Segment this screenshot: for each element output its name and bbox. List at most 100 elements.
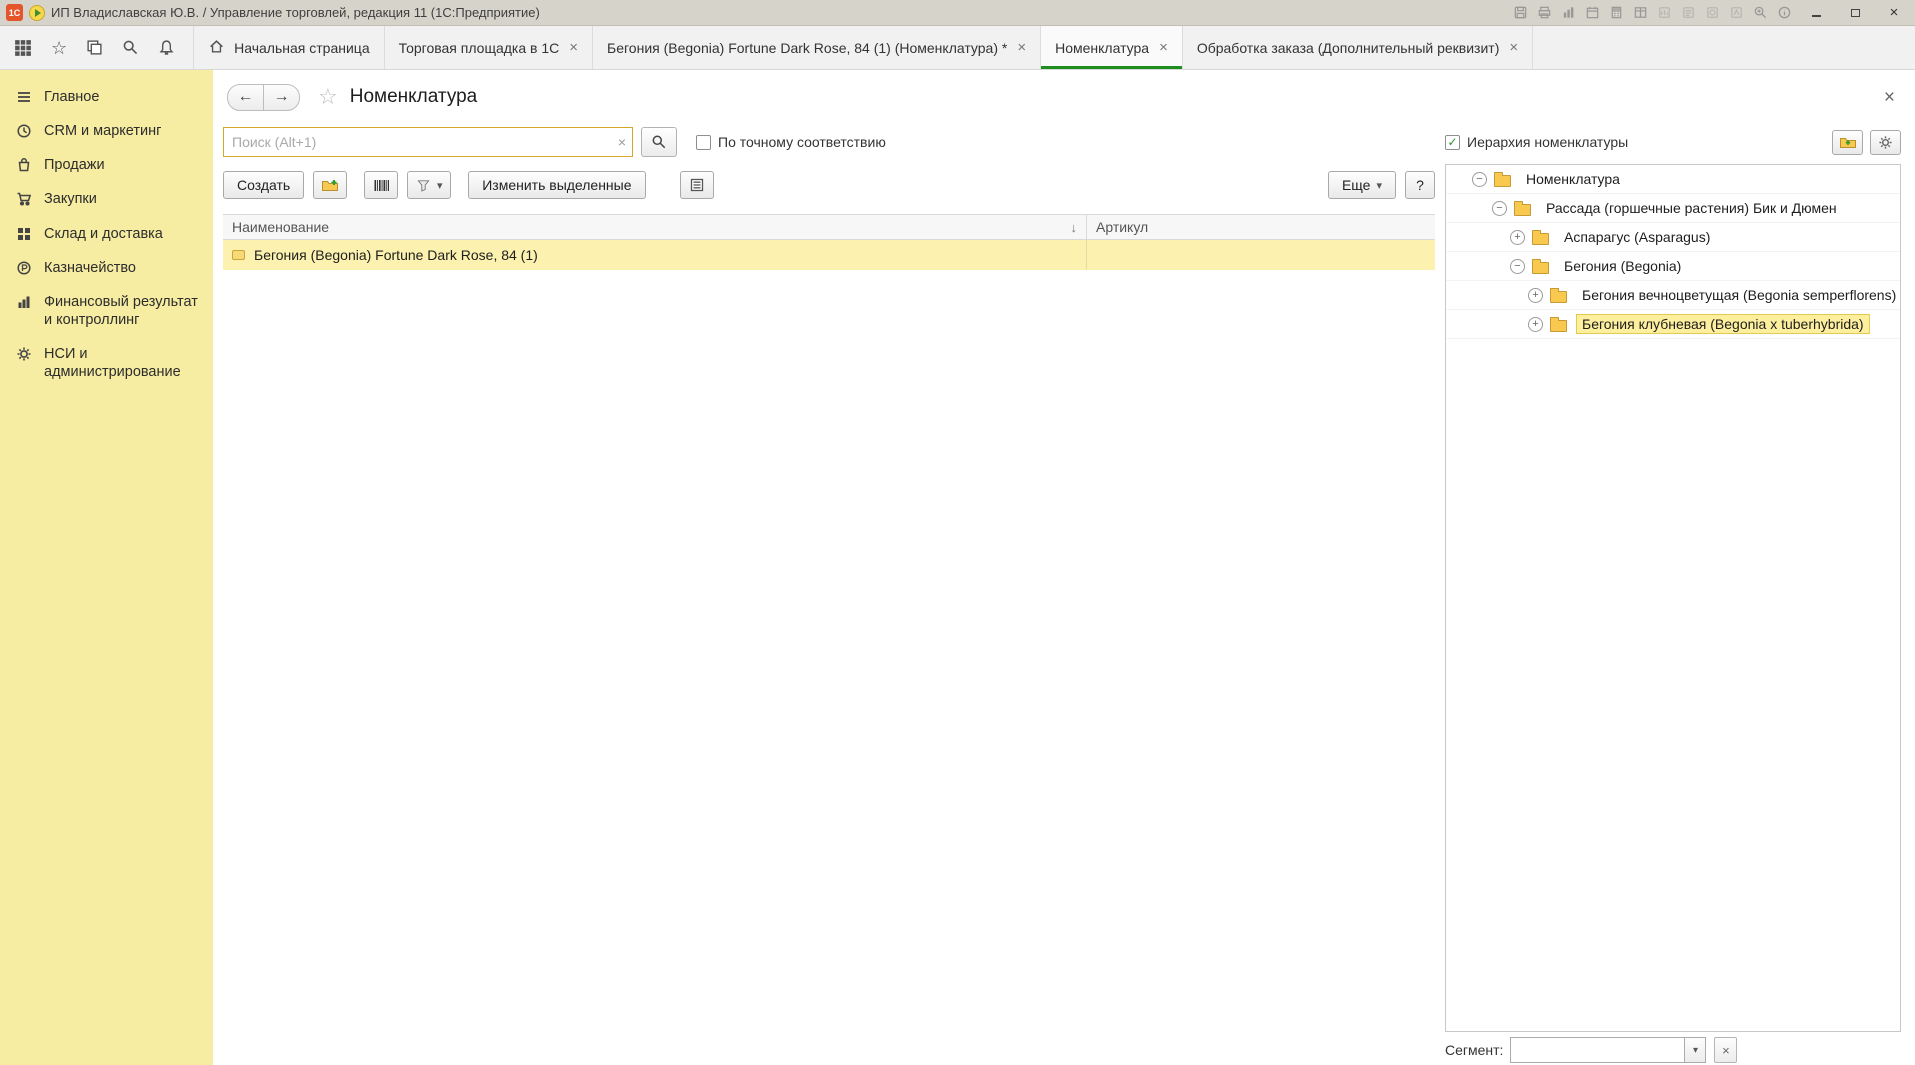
expand-icon[interactable]: + <box>1510 230 1525 245</box>
move-to-group-button[interactable] <box>1832 130 1863 155</box>
disabled-icon-1 <box>1657 5 1672 20</box>
tab-label: Номенклатура <box>1055 40 1149 56</box>
tree-node-begonia-tuberhybrida[interactable]: + Бегония клубневая (Begonia x tuberhybr… <box>1446 310 1900 339</box>
info-icon[interactable] <box>1777 5 1792 20</box>
create-group-button[interactable] <box>313 171 347 199</box>
more-button[interactable]: Еще▾ <box>1328 171 1396 199</box>
tree-node-label: Бегония клубневая (Begonia x tuberhybrid… <box>1576 314 1870 334</box>
expand-icon[interactable]: + <box>1528 317 1543 332</box>
tree-node-nomenklatura[interactable]: − Номенклатура <box>1446 165 1900 194</box>
search-button[interactable] <box>641 127 677 157</box>
create-button[interactable]: Создать <box>223 171 304 199</box>
window-close-button[interactable]: × <box>1879 3 1909 23</box>
print-icon[interactable] <box>1537 5 1552 20</box>
tree-node-label: Бегония (Begonia) <box>1558 256 1687 276</box>
sidebar-item-crm-marketing[interactable]: CRM и маркетинг <box>0 114 213 148</box>
tab-close-icon[interactable]: × <box>1509 40 1518 55</box>
segment-dropdown-button[interactable]: ▾ <box>1684 1038 1705 1062</box>
save-icon[interactable] <box>1513 5 1528 20</box>
tab-label: Начальная страница <box>234 40 369 56</box>
sidebar-item-label: CRM и маркетинг <box>44 122 161 140</box>
tab-marketplace[interactable]: Торговая площадка в 1С × <box>385 26 593 69</box>
hierarchy-checkbox[interactable]: ✓ Иерархия номенклатуры <box>1445 134 1628 150</box>
maximize-button[interactable] <box>1840 3 1870 23</box>
table-header: Наименование ↓ Артикул <box>223 214 1435 240</box>
disabled-icon-3 <box>1705 5 1720 20</box>
sidebar-item-main[interactable]: Главное <box>0 80 213 114</box>
edit-selected-button[interactable]: Изменить выделенные <box>468 171 645 199</box>
sidebar-item-sales[interactable]: Продажи <box>0 148 213 182</box>
help-button[interactable]: ? <box>1405 171 1435 199</box>
nomenclature-table: Наименование ↓ Артикул Бегония (Begonia)… <box>223 214 1435 870</box>
sections-menu-icon[interactable] <box>14 39 32 57</box>
tab-nomenclature[interactable]: Номенклатура × <box>1041 26 1183 69</box>
segment-input[interactable] <box>1511 1038 1684 1062</box>
folder-icon <box>1514 204 1531 216</box>
zoom-icon[interactable] <box>1753 5 1768 20</box>
favorites-star-icon[interactable]: ☆ <box>51 39 67 57</box>
favorite-star-icon[interactable]: ☆ <box>318 86 338 108</box>
warehouse-icon <box>15 226 33 242</box>
sidebar-item-label: НСИ и администрирование <box>44 345 205 381</box>
folder-icon <box>1494 175 1511 187</box>
sidebar-item-purchases[interactable]: Закупки <box>0 182 213 216</box>
finance-chart-icon <box>15 294 33 310</box>
sidebar-item-treasury[interactable]: Казначейство <box>0 251 213 285</box>
list-output-button[interactable] <box>680 171 714 199</box>
exact-match-checkbox[interactable]: По точному соответствию <box>696 134 886 150</box>
treasury-coin-icon <box>15 260 33 276</box>
sidebar-item-label: Продажи <box>44 156 105 174</box>
tree-node-asparagus[interactable]: + Аспарагус (Asparagus) <box>1446 223 1900 252</box>
expand-icon[interactable]: + <box>1528 288 1543 303</box>
folder-icon <box>1550 320 1567 332</box>
collapse-icon[interactable]: − <box>1472 172 1487 187</box>
sidebar-item-nsi-administration[interactable]: НСИ и администрирование <box>0 337 213 389</box>
tab-order-processing[interactable]: Обработка заказа (Дополнительный реквизи… <box>1183 26 1533 69</box>
hierarchy-tree: − Номенклатура − Рассада (горшечные раст… <box>1445 164 1901 1032</box>
crm-icon <box>15 123 33 139</box>
search-clear-icon[interactable]: × <box>618 135 626 149</box>
column-header-name[interactable]: Наименование ↓ <box>223 215 1087 239</box>
collapse-icon[interactable]: − <box>1492 201 1507 216</box>
panel-settings-gear-button[interactable] <box>1870 130 1901 155</box>
column-header-article[interactable]: Артикул <box>1087 215 1435 239</box>
segment-clear-button[interactable]: × <box>1714 1037 1737 1063</box>
tree-node-label: Номенклатура <box>1520 169 1626 189</box>
sidebar-item-financial-result[interactable]: Финансовый результат и контроллинг <box>0 285 213 337</box>
segment-combobox: ▾ <box>1510 1037 1706 1063</box>
tree-node-label: Бегония вечноцветущая (Begonia semperflo… <box>1576 285 1901 305</box>
tab-bar: ☆ Начальная страница Торговая площадка в… <box>0 26 1915 70</box>
tab-close-icon[interactable]: × <box>1017 40 1026 55</box>
global-search-icon[interactable] <box>122 39 139 56</box>
tab-begonia-item[interactable]: Бегония (Begonia) Fortune Dark Rose, 84 … <box>593 26 1041 69</box>
tab-close-icon[interactable]: × <box>1159 40 1168 55</box>
calculator-icon[interactable] <box>1609 5 1624 20</box>
nomenclature-item-icon <box>232 250 245 260</box>
collapse-icon[interactable]: − <box>1510 259 1525 274</box>
tab-home[interactable]: Начальная страница <box>193 26 384 69</box>
tree-node-begonia[interactable]: − Бегония (Begonia) <box>1446 252 1900 281</box>
filter-dropdown-arrow: ▾ <box>437 179 443 192</box>
table-icon[interactable] <box>1633 5 1648 20</box>
tree-node-begonia-semperflorens[interactable]: + Бегония вечноцветущая (Begonia semperf… <box>1446 281 1900 310</box>
table-row[interactable]: Бегония (Begonia) Fortune Dark Rose, 84 … <box>223 240 1435 270</box>
tree-node-rassada[interactable]: − Рассада (горшечные растения) Бик и Дюм… <box>1446 194 1900 223</box>
calendar-icon[interactable] <box>1585 5 1600 20</box>
minimize-button[interactable] <box>1801 3 1831 23</box>
barcode-button[interactable] <box>364 171 398 199</box>
history-icon[interactable] <box>86 39 103 56</box>
forward-button[interactable]: → <box>263 84 300 111</box>
back-button[interactable]: ← <box>227 84 264 111</box>
sidebar-item-label: Склад и доставка <box>44 225 163 243</box>
tab-close-icon[interactable]: × <box>569 40 578 55</box>
filter-button[interactable]: ▾ <box>407 171 451 199</box>
sort-descending-icon: ↓ <box>1071 220 1078 235</box>
sidebar-item-label: Закупки <box>44 190 97 208</box>
chart-icon[interactable] <box>1561 5 1576 20</box>
list-toolbar: Создать ▾ Изменить выделенные Еще▾ ? <box>223 170 1435 200</box>
sidebar-item-warehouse-delivery[interactable]: Склад и доставка <box>0 217 213 251</box>
notifications-bell-icon[interactable] <box>158 39 175 56</box>
search-input[interactable] <box>224 128 632 156</box>
window-titlebar: 1С ИП Владиславская Ю.В. / Управление то… <box>0 0 1915 26</box>
row-name: Бегония (Begonia) Fortune Dark Rose, 84 … <box>254 247 538 263</box>
